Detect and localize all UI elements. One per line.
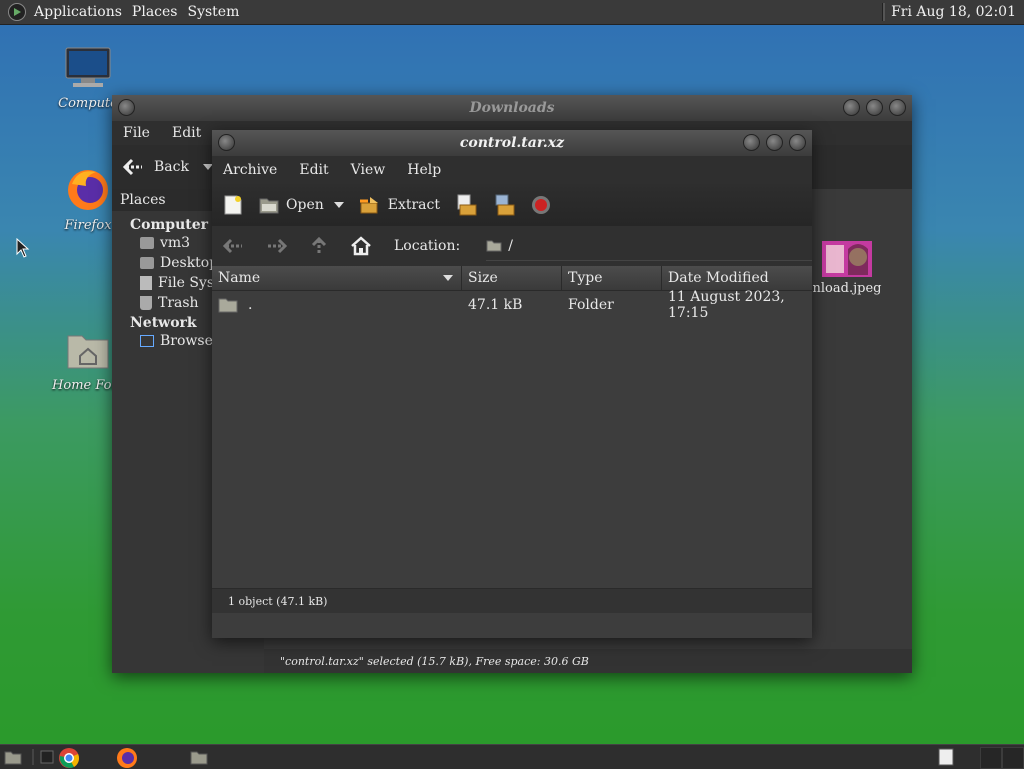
downloads-titlebar[interactable]: Downloads [112, 95, 912, 121]
archive-titlebar[interactable]: control.tar.xz [212, 130, 812, 156]
folder-icon [218, 298, 238, 313]
cell-type: Folder [568, 297, 614, 313]
top-panel: Applications Places System Fri Aug 18, 0… [0, 0, 1024, 25]
up-arrow-icon[interactable] [310, 236, 328, 256]
main-menu-logo-icon[interactable] [8, 3, 26, 21]
open-button[interactable]: Open [258, 195, 324, 215]
trash-icon [140, 296, 152, 310]
window-title: control.tar.xz [459, 135, 565, 151]
cell-name-text: . [248, 297, 253, 313]
image-file-icon [822, 241, 872, 277]
back-arrow-icon[interactable] [122, 157, 144, 177]
close-button[interactable] [889, 99, 906, 116]
menu-places[interactable]: Places [132, 4, 178, 20]
sidebar-item-label: vm3 [160, 235, 191, 251]
home-folder-icon [140, 237, 154, 249]
close-button[interactable] [789, 134, 806, 151]
mouse-cursor-icon [16, 238, 30, 258]
column-header-name[interactable]: Name [212, 266, 462, 290]
firefox-icon [68, 170, 108, 210]
sidebar-item-label: File Sys [158, 275, 215, 291]
extract-icon [359, 197, 378, 214]
sidebar-item-label: Browse [160, 333, 213, 349]
minimize-button[interactable] [743, 134, 760, 151]
archive-manager-window: control.tar.xz Archive Edit View Help Op… [212, 130, 812, 638]
file-item-download-jpeg[interactable]: nload.jpeg [812, 241, 882, 296]
menu-file[interactable]: File [112, 125, 161, 141]
desktop-folder-icon [140, 257, 154, 269]
computer-icon [65, 47, 111, 87]
cell-size: 47.1 kB [468, 297, 523, 313]
archive-file-list[interactable]: Name Size Type Date Modified . 47.1 kB F… [212, 266, 812, 588]
location-bar: Location: / [212, 226, 812, 266]
show-desktop-icon[interactable] [4, 749, 22, 765]
file-manager-taskbar-icon[interactable] [190, 749, 208, 765]
maximize-button[interactable] [866, 99, 883, 116]
workspace-2[interactable] [1002, 747, 1024, 769]
add-folder-icon[interactable] [492, 193, 516, 217]
extract-button-label: Extract [387, 197, 440, 213]
sidebar-item-label: Trash [158, 295, 199, 311]
downloads-statusbar: "control.tar.xz" selected (15.7 kB), Fre… [264, 649, 912, 673]
column-header-date[interactable]: Date Modified [662, 266, 812, 290]
open-button-label: Open [286, 197, 324, 213]
location-label: Location: [394, 238, 461, 254]
status-text: "control.tar.xz" selected (15.7 kB), Fre… [280, 654, 589, 668]
stop-icon[interactable] [530, 194, 552, 216]
sort-descending-icon [443, 275, 453, 281]
column-header-row: Name Size Type Date Modified [212, 266, 812, 291]
menu-edit[interactable]: Edit [161, 125, 212, 141]
open-folder-icon [259, 198, 279, 214]
add-files-icon[interactable] [454, 193, 478, 217]
window-menu-button[interactable] [218, 134, 235, 151]
menu-applications[interactable]: Applications [34, 4, 122, 20]
minimize-button[interactable] [843, 99, 860, 116]
cell-date: 11 August 2023, 17:15 [668, 289, 785, 321]
column-header-type[interactable]: Type [562, 266, 662, 290]
panel-separator [32, 749, 34, 765]
workspace-1[interactable] [980, 747, 1002, 769]
window-menu-button[interactable] [118, 99, 135, 116]
location-value: / [508, 237, 513, 254]
location-field[interactable]: / [486, 232, 812, 261]
panel-separator [882, 3, 886, 21]
back-arrow-icon[interactable] [222, 237, 244, 255]
home-icon[interactable] [350, 236, 372, 256]
workspace-switcher-icon[interactable] [40, 749, 54, 765]
notes-icon[interactable] [938, 748, 954, 766]
archive-statusbar: 1 object (47.1 kB) [212, 588, 812, 613]
menu-help[interactable]: Help [396, 162, 452, 178]
drive-icon [140, 276, 152, 290]
window-title: Downloads [469, 100, 555, 116]
menu-archive[interactable]: Archive [212, 162, 288, 178]
new-archive-icon[interactable] [222, 194, 244, 216]
status-text: 1 object (47.1 kB) [228, 594, 328, 608]
archive-menubar: Archive Edit View Help [212, 156, 812, 184]
extract-button[interactable]: Extract [358, 195, 440, 215]
clock[interactable]: Fri Aug 18, 02:01 [891, 4, 1016, 20]
forward-arrow-icon[interactable] [266, 237, 288, 255]
back-button-label[interactable]: Back [154, 159, 189, 175]
menu-view[interactable]: View [340, 162, 397, 178]
folder-icon [486, 240, 502, 252]
maximize-button[interactable] [766, 134, 783, 151]
bottom-panel [0, 744, 1024, 769]
menu-system[interactable]: System [187, 4, 239, 20]
column-header-size[interactable]: Size [462, 266, 562, 290]
home-folder-icon [67, 335, 109, 369]
network-icon [140, 335, 154, 347]
open-dropdown-icon[interactable] [333, 202, 344, 208]
sidebar-item-label: Desktop [160, 255, 219, 271]
menu-edit[interactable]: Edit [288, 162, 339, 178]
cell-name: . [212, 297, 462, 313]
firefox-taskbar-icon[interactable] [116, 747, 138, 769]
archive-toolbar: Open Extract [212, 184, 812, 226]
file-item-label: nload.jpeg [812, 281, 882, 296]
chrome-icon[interactable] [58, 747, 80, 769]
table-row[interactable]: . 47.1 kB Folder 11 August 2023, 17:15 [212, 289, 812, 321]
column-header-label: Name [218, 270, 261, 286]
